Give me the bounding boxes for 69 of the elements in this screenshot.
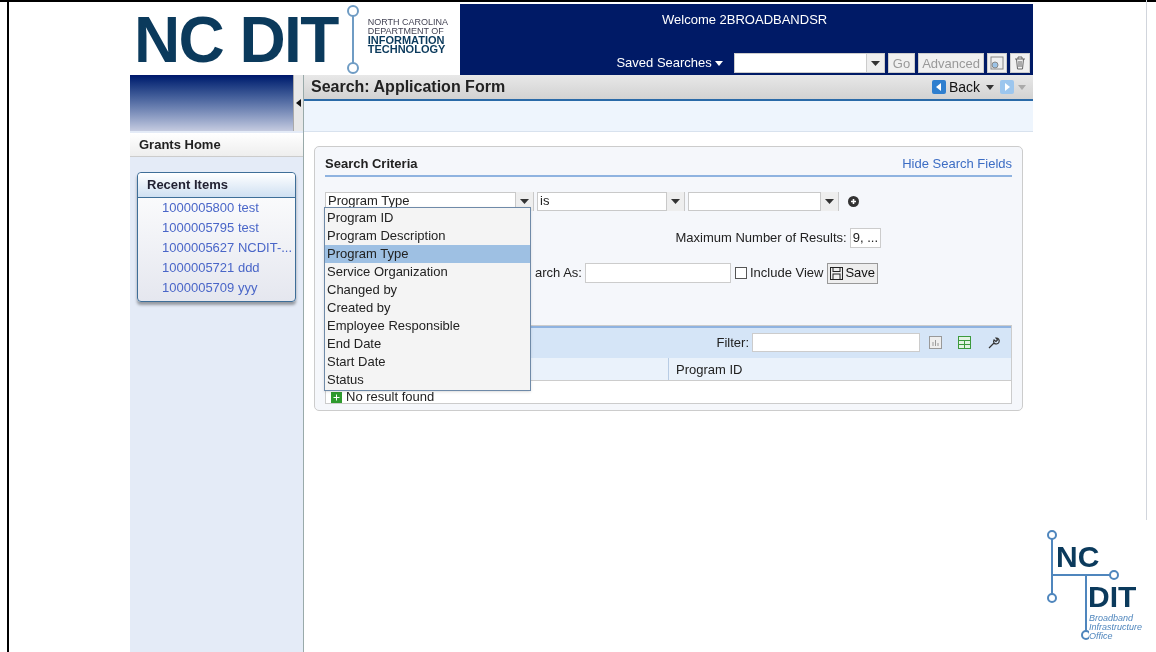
forward-button[interactable]	[1000, 80, 1026, 94]
column-header[interactable]: Program ID	[669, 357, 1011, 380]
collapse-arrow-icon	[296, 99, 301, 107]
recent-item-link[interactable]: 1000005627 NCDIT-...	[162, 238, 295, 258]
window-icon	[990, 56, 1004, 70]
save-search-field[interactable]	[584, 263, 731, 283]
logo-text: INFORMATION	[367, 35, 446, 45]
page-title: Search: Application Form	[311, 77, 507, 97]
recent-items-title: Recent Items	[138, 173, 295, 198]
logo-text: NORTH CAROLINA	[367, 17, 449, 27]
recent-item-link[interactable]: 1000005709 yyy	[162, 278, 295, 298]
save-search-label: arch As:	[535, 264, 582, 283]
logo-wordmark: NC DIT	[134, 7, 338, 72]
dropdown-option[interactable]: End Date	[325, 335, 530, 353]
logo-subtitle: Office	[1089, 632, 1114, 641]
operator-select[interactable]: is	[537, 191, 685, 211]
settings-button[interactable]	[987, 335, 1001, 350]
dropdown-option[interactable]: Created by	[325, 299, 530, 317]
welcome-text: Welcome 2BROADBANDSR	[662, 11, 828, 29]
logo-wordmark: DIT	[1088, 582, 1137, 612]
logo-text: DEPARTMENT OF	[367, 26, 445, 36]
caret-icon	[714, 60, 723, 66]
recent-item-link[interactable]: 1000005721 ddd	[162, 258, 295, 278]
filter-label: Filter:	[716, 333, 749, 352]
caret-icon	[986, 84, 994, 90]
dropdown-option[interactable]: Program ID	[325, 209, 530, 227]
wrench-icon	[987, 335, 1001, 350]
dropdown-option[interactable]: Status	[325, 371, 530, 389]
delete-button[interactable]	[1010, 53, 1030, 73]
max-results-field[interactable]: 9, ...	[849, 227, 881, 248]
caret-icon	[520, 198, 529, 204]
back-button[interactable]: Back	[931, 76, 980, 98]
logo-subtitle: Infrastructure	[1089, 623, 1143, 632]
section-title: Search Criteria	[325, 155, 418, 173]
dropdown-option[interactable]: Program Type	[325, 245, 530, 263]
collapse-handle[interactable]	[293, 75, 303, 131]
logo-wordmark: NC	[1056, 542, 1100, 572]
include-view-label: Include View	[749, 264, 824, 283]
bar-chart-icon	[929, 336, 942, 349]
filter-field[interactable]	[752, 333, 920, 352]
hide-search-fields-link[interactable]: Hide Search Fields	[902, 154, 1012, 174]
include-view-checkbox[interactable]	[734, 267, 747, 279]
saved-searches-menu[interactable]: Saved Searches	[616, 53, 723, 73]
caret-icon	[825, 198, 834, 204]
save-button[interactable]: Save	[827, 262, 879, 284]
max-results-label: Maximum Number of Results:	[675, 228, 847, 247]
circuit-line-icon	[345, 4, 360, 75]
caret-icon	[671, 198, 680, 204]
logo-subtitle: Broadband	[1089, 614, 1135, 623]
dropdown-option[interactable]: Service Organization	[325, 263, 530, 281]
add-icon	[848, 195, 859, 207]
empty-message: No result found	[346, 389, 435, 403]
dropdown-option[interactable]: Changed by	[325, 281, 530, 299]
value-select[interactable]	[688, 191, 839, 211]
dropdown-option[interactable]: Start Date	[325, 353, 530, 371]
personalize-button[interactable]	[987, 53, 1007, 73]
caret-icon	[1018, 84, 1026, 90]
caret-icon	[870, 60, 880, 66]
chart-button[interactable]	[929, 335, 943, 350]
dropdown-option[interactable]: Employee Responsible	[325, 317, 530, 335]
recent-item-link[interactable]: 1000005795 test	[162, 218, 295, 238]
grants-home-tab[interactable]: Grants Home	[130, 133, 303, 157]
recent-item-link[interactable]: 1000005800 test	[162, 198, 295, 218]
dropdown-option[interactable]: Program Description	[325, 227, 530, 245]
export-button[interactable]	[958, 335, 972, 350]
logo-text: TECHNOLOGY	[367, 44, 447, 54]
saved-search-select[interactable]	[733, 53, 885, 73]
spreadsheet-icon	[958, 336, 971, 349]
trash-icon	[1014, 56, 1026, 70]
